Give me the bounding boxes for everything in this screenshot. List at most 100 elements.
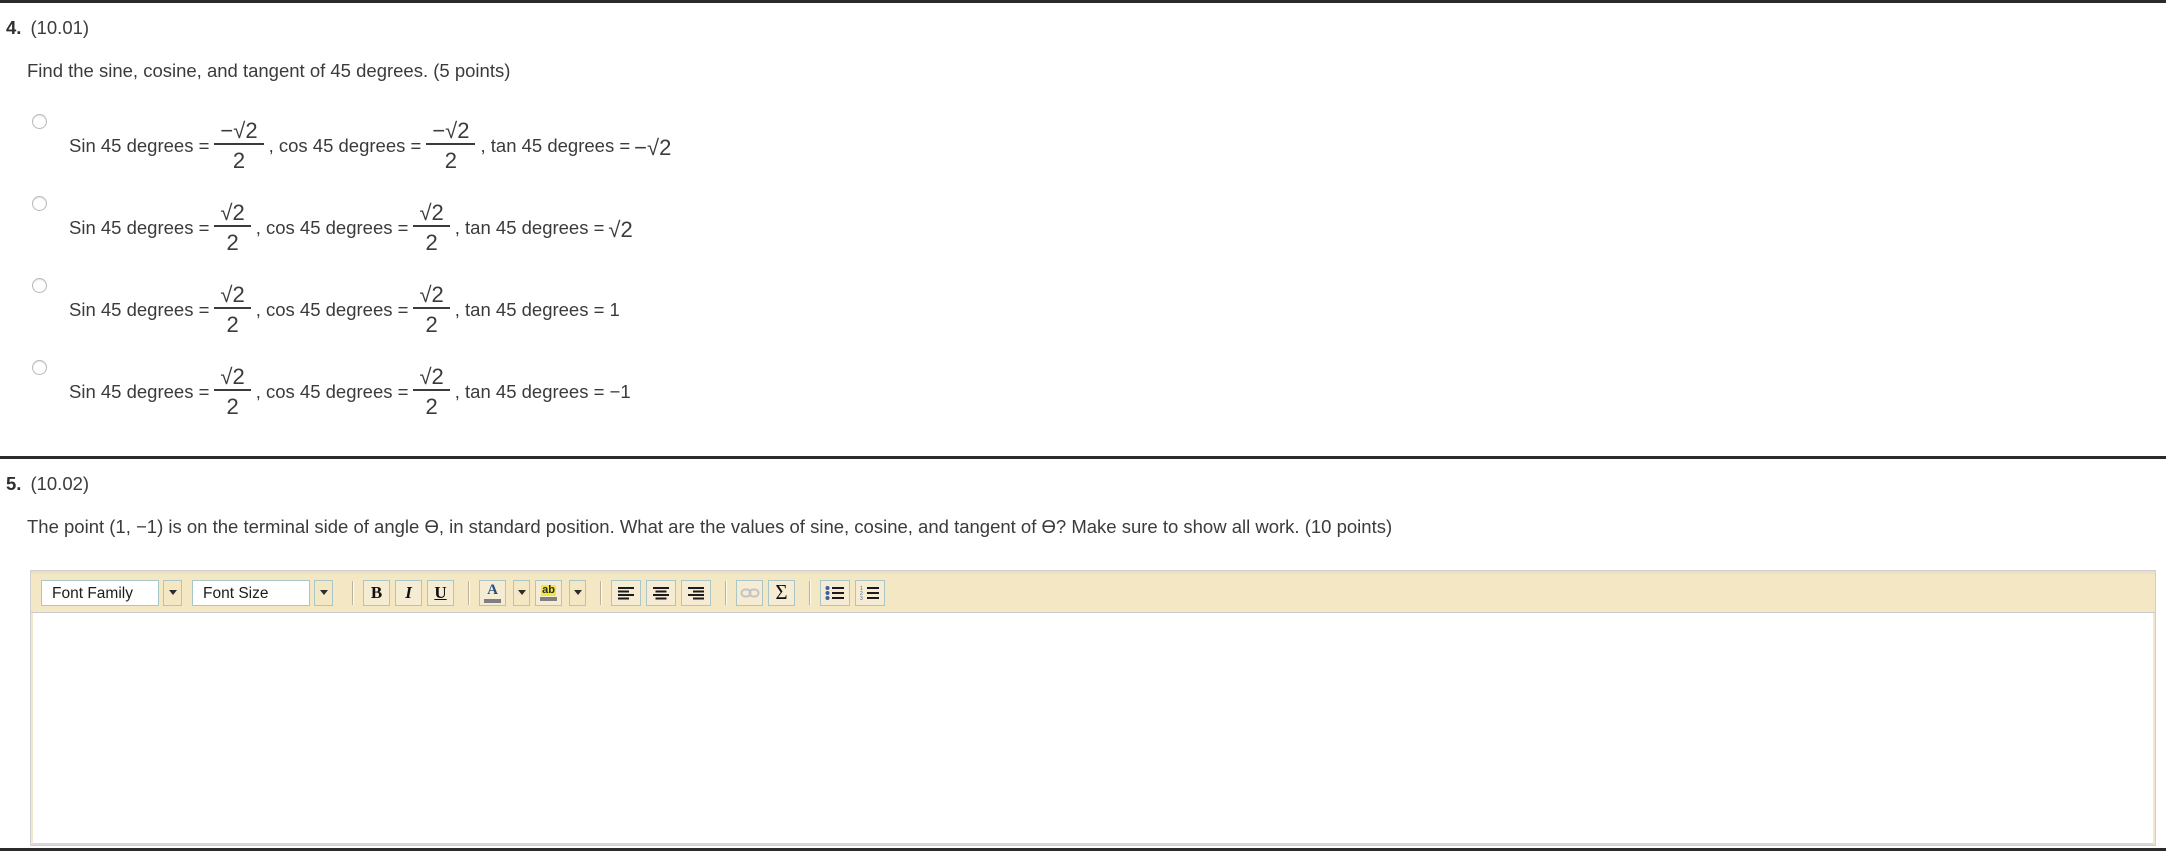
- toolbar-divider: [725, 580, 727, 605]
- option-d-label: Sin 45 degrees = √2 2 , cos 45 degrees =…: [67, 356, 633, 420]
- option-c-cos-numerator: √2: [413, 283, 450, 310]
- option-c[interactable]: Sin 45 degrees = √2 2 , cos 45 degrees =…: [0, 274, 2166, 356]
- bulleted-list-icon: [825, 585, 844, 600]
- font-family-dropdown-arrow[interactable]: [163, 579, 182, 606]
- option-c-cos-fraction: √2 2: [413, 283, 450, 339]
- option-b-sin-numerator: √2: [214, 201, 251, 228]
- question-4-header: 4. (10.01): [0, 3, 2166, 39]
- option-c-cos-label: , cos 45 degrees =: [255, 298, 409, 320]
- option-c-sin-label: Sin 45 degrees =: [69, 298, 210, 320]
- option-d-tan-label: , tan 45 degrees = −1: [454, 380, 631, 402]
- question-4-prompt: Find the sine, cosine, and tangent of 45…: [27, 60, 511, 81]
- highlight-color-button[interactable]: ab: [535, 579, 562, 606]
- option-a[interactable]: Sin 45 degrees = −√2 2 , cos 45 degrees …: [0, 110, 2166, 192]
- option-b-tan-value: √2: [608, 216, 633, 242]
- option-b-tan-label: , tan 45 degrees =: [454, 216, 605, 238]
- option-b-cos-fraction: √2 2: [413, 201, 450, 257]
- text-color-button[interactable]: A: [479, 579, 506, 606]
- option-c-cos-denominator: 2: [425, 312, 438, 338]
- toolbar-divider: [600, 580, 602, 605]
- option-d-cos-numerator: √2: [413, 365, 450, 392]
- option-d-cos-fraction: √2 2: [413, 365, 450, 421]
- question-4-number: 4.: [6, 17, 22, 38]
- text-color-letter: A: [487, 581, 498, 598]
- question-5: 5. (10.02) The point (1, −1) is on the t…: [0, 459, 2166, 846]
- text-color-dropdown-arrow[interactable]: [513, 579, 530, 606]
- option-d-sin-fraction: √2 2: [214, 365, 251, 421]
- question-4-code: (10.01): [30, 17, 90, 38]
- chevron-down-icon: [517, 590, 526, 596]
- option-b-sin-label: Sin 45 degrees =: [69, 216, 210, 238]
- question-5-header: 5. (10.02): [0, 459, 2166, 495]
- assessment-page: 4. (10.01) Find the sine, cosine, and ta…: [0, 0, 2166, 851]
- text-color-swatch: [484, 598, 501, 603]
- insert-equation-button[interactable]: Σ: [768, 579, 795, 606]
- align-right-icon: [688, 586, 704, 600]
- option-a-cos-denominator: 2: [444, 148, 458, 174]
- option-c-sin-fraction: √2 2: [214, 283, 251, 339]
- editor-content-area[interactable]: [31, 612, 2155, 845]
- font-size-dropdown-arrow[interactable]: [314, 579, 333, 606]
- bottom-divider: [0, 848, 2166, 851]
- font-family-value[interactable]: Font Family: [41, 579, 159, 606]
- underline-button[interactable]: U: [427, 579, 454, 606]
- link-icon: [740, 588, 759, 598]
- option-a-tan-label: , tan 45 degrees =: [480, 134, 631, 156]
- font-size-value[interactable]: Font Size: [192, 579, 310, 606]
- chevron-down-icon: [573, 590, 582, 596]
- insert-link-button[interactable]: [736, 579, 763, 606]
- question-5-prompt: The point (1, −1) is on the terminal sid…: [27, 515, 1393, 537]
- italic-button[interactable]: I: [395, 579, 422, 606]
- option-a-sin-fraction: −√2 2: [214, 119, 264, 175]
- numbered-list-button[interactable]: 1 2 3: [855, 579, 885, 606]
- option-c-label: Sin 45 degrees = √2 2 , cos 45 degrees =…: [67, 274, 622, 338]
- option-d-radio[interactable]: [32, 359, 47, 375]
- highlight-color-dropdown-arrow[interactable]: [569, 579, 586, 606]
- question-5-number: 5.: [6, 472, 22, 494]
- align-center-button[interactable]: [646, 579, 676, 606]
- option-d-cos-label: , cos 45 degrees =: [255, 380, 409, 402]
- option-b-cos-denominator: 2: [425, 230, 438, 256]
- option-c-sin-numerator: √2: [214, 283, 251, 310]
- align-center-icon: [653, 586, 669, 600]
- option-c-tan-label: , tan 45 degrees = 1: [454, 298, 620, 320]
- align-right-button[interactable]: [681, 579, 711, 606]
- numbered-list-icon: 1 2 3: [860, 586, 879, 600]
- align-left-button[interactable]: [611, 579, 641, 606]
- toolbar-divider: [809, 580, 811, 605]
- chevron-down-icon: [168, 590, 177, 596]
- align-left-icon: [618, 586, 634, 600]
- option-a-cos-numerator: −√2: [426, 119, 476, 146]
- option-b[interactable]: Sin 45 degrees = √2 2 , cos 45 degrees =…: [0, 192, 2166, 274]
- option-b-radio[interactable]: [32, 195, 47, 211]
- option-a-tan-value: −√2: [634, 134, 672, 160]
- toolbar-divider: [468, 580, 470, 605]
- bold-button[interactable]: B: [363, 579, 390, 606]
- option-b-label: Sin 45 degrees = √2 2 , cos 45 degrees =…: [67, 192, 635, 256]
- option-a-sin-numerator: −√2: [214, 119, 264, 146]
- option-a-cos-label: , cos 45 degrees =: [268, 134, 422, 156]
- font-family-select[interactable]: Font Family: [41, 579, 182, 606]
- option-a-sin-label: Sin 45 degrees =: [69, 134, 210, 156]
- text-color-icon: A: [484, 581, 501, 603]
- question-4: 4. (10.01) Find the sine, cosine, and ta…: [0, 3, 2166, 438]
- option-b-sin-denominator: 2: [226, 230, 239, 256]
- toolbar-divider: [352, 580, 354, 605]
- option-b-cos-numerator: √2: [413, 201, 450, 228]
- highlight-swatch: [540, 596, 557, 601]
- option-b-sin-fraction: √2 2: [214, 201, 251, 257]
- option-a-cos-fraction: −√2 2: [426, 119, 476, 175]
- editor-toolbar: Font Family Font Size B I U A ab Σ 1 2 3: [31, 570, 2155, 613]
- question-5-code: (10.02): [30, 472, 90, 494]
- font-size-select[interactable]: Font Size: [192, 579, 333, 606]
- option-d-cos-denominator: 2: [425, 394, 438, 420]
- chevron-down-icon: [319, 590, 328, 596]
- option-d[interactable]: Sin 45 degrees = √2 2 , cos 45 degrees =…: [0, 356, 2166, 438]
- option-d-sin-label: Sin 45 degrees =: [69, 380, 210, 402]
- option-a-sin-denominator: 2: [232, 148, 246, 174]
- option-a-radio[interactable]: [32, 113, 47, 129]
- option-c-radio[interactable]: [32, 277, 47, 293]
- bulleted-list-button[interactable]: [820, 579, 850, 606]
- option-a-label: Sin 45 degrees = −√2 2 , cos 45 degrees …: [67, 110, 673, 174]
- rich-text-editor: Font Family Font Size B I U A ab Σ 1 2 3: [30, 569, 2156, 846]
